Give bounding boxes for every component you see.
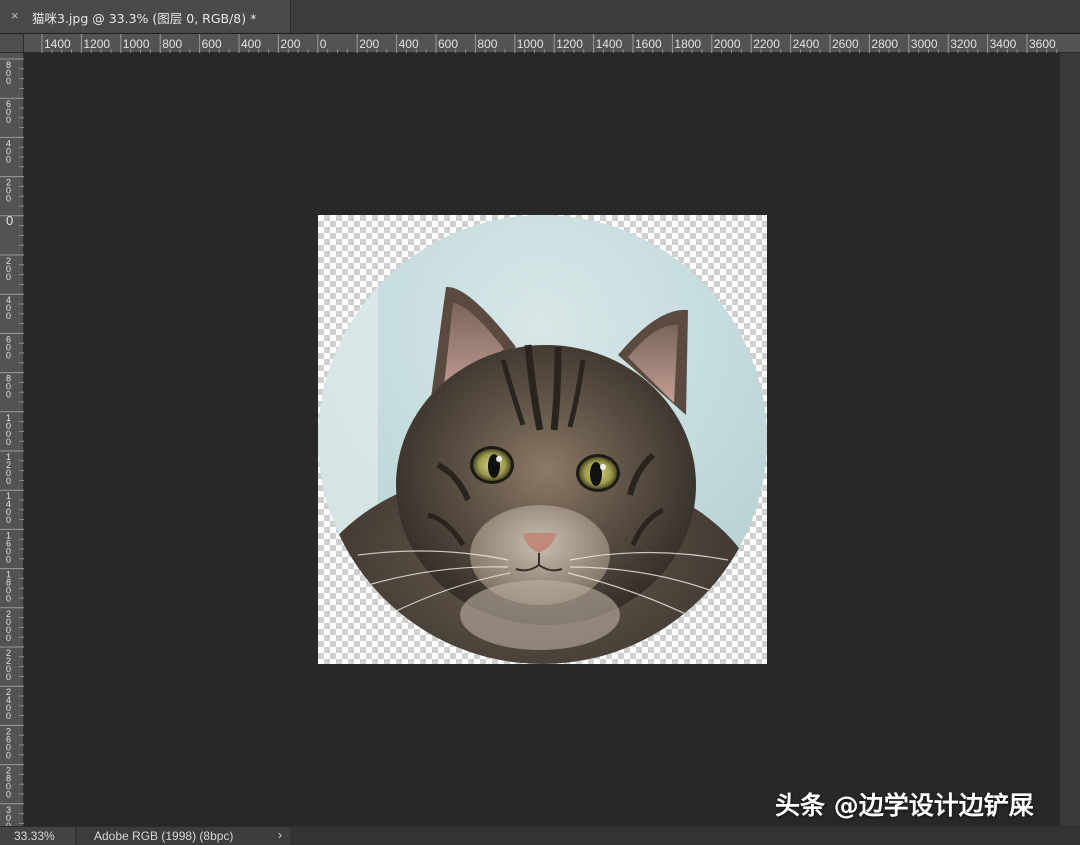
vruler-tick-label: 2600 bbox=[6, 726, 11, 760]
hruler-tick-label: 1400 bbox=[596, 37, 623, 51]
vruler-tick-label: 1400 bbox=[6, 491, 11, 525]
vruler-tick-label: 1200 bbox=[6, 452, 11, 486]
hruler-tick-label: 1200 bbox=[556, 37, 583, 51]
ruler-origin-corner[interactable] bbox=[0, 34, 24, 53]
hruler-tick-label: 200 bbox=[280, 37, 300, 51]
vruler-tick-label: 2200 bbox=[6, 648, 11, 682]
vertical-ruler-scale: 8 0 06 0 04 0 02 0 002 0 04 0 06 0 08 0 01 0 0 01 2 0 01 4 0 01 6 0… bbox=[0, 58, 24, 826]
hruler-tick-label: 3400 bbox=[990, 37, 1017, 51]
hruler-tick-label: 0 bbox=[320, 37, 327, 51]
canvas-area[interactable] bbox=[24, 53, 1060, 826]
status-bar: 33.33% Adobe RGB (1998) (8bpc) › bbox=[0, 826, 1080, 845]
vruler-tick-label: 800 bbox=[6, 60, 11, 86]
hruler-tick-label: 1200 bbox=[83, 37, 110, 51]
hruler-tick-label: 800 bbox=[477, 37, 497, 51]
vruler-tick-label: 1000 bbox=[6, 413, 11, 447]
hruler-tick-label: 600 bbox=[202, 37, 222, 51]
zoom-level-field[interactable]: 33.33% bbox=[0, 827, 76, 845]
vruler-tick-label: 800 bbox=[6, 374, 11, 400]
hruler-tick-label: 1400 bbox=[44, 37, 71, 51]
vruler-tick-label: 2800 bbox=[6, 766, 11, 800]
vruler-tick-label: 400 bbox=[6, 138, 11, 164]
vruler-tick-label: 2000 bbox=[6, 609, 11, 643]
hruler-tick-label: 3600 bbox=[1029, 37, 1056, 51]
vruler-tick-label: 1800 bbox=[6, 570, 11, 604]
cat-photo bbox=[318, 215, 767, 664]
status-bar-spacer bbox=[290, 827, 1080, 845]
hruler-tick-label: 1000 bbox=[123, 37, 150, 51]
hruler-tick-label: 200 bbox=[359, 37, 379, 51]
photoshop-window: × 猫咪3.jpg @ 33.3% (图层 0, RGB/8) * 1400 12… bbox=[0, 0, 1080, 845]
vruler-tick-label: 600 bbox=[6, 334, 11, 360]
vertical-ruler[interactable]: 8006004002000200400600800100012001400160… bbox=[0, 53, 24, 826]
hruler-tick-label: 600 bbox=[438, 37, 458, 51]
document-tab-bar: × 猫咪3.jpg @ 33.3% (图层 0, RGB/8) * bbox=[0, 0, 1080, 34]
vruler-tick-label: 200 bbox=[6, 178, 11, 204]
hruler-tick-label: 800 bbox=[162, 37, 182, 51]
document-info: Adobe RGB (1998) (8bpc) bbox=[94, 829, 234, 843]
hruler-tick-label: 1600 bbox=[635, 37, 662, 51]
vruler-tick-label: 600 bbox=[6, 99, 11, 125]
hruler-tick-label: 2000 bbox=[714, 37, 741, 51]
vruler-tick-label: 3000 bbox=[6, 805, 11, 826]
hruler-tick-label: 3000 bbox=[911, 37, 938, 51]
horizontal-ruler[interactable]: 1400 1200 1000 800 600 400 200 0 200 400 600 800 100… bbox=[24, 34, 1080, 53]
hruler-tick-label: 2400 bbox=[793, 37, 820, 51]
hruler-tick-label: 1800 bbox=[674, 37, 701, 51]
document-tab-title: 猫咪3.jpg @ 33.3% (图层 0, RGB/8) * bbox=[32, 11, 257, 26]
cat-photo-circle-mask bbox=[318, 215, 767, 664]
vruler-tick-label: 2400 bbox=[6, 687, 11, 721]
close-tab-icon[interactable]: × bbox=[11, 8, 19, 23]
hruler-tick-label: 1000 bbox=[517, 37, 544, 51]
document-canvas[interactable] bbox=[318, 215, 767, 664]
hruler-tick-label: 400 bbox=[399, 37, 419, 51]
hruler-tick-label: 2600 bbox=[832, 37, 859, 51]
vertical-scroll-area[interactable] bbox=[1060, 53, 1080, 826]
vruler-tick-label: 400 bbox=[6, 295, 11, 321]
vruler-tick-label: 200 bbox=[6, 256, 11, 282]
status-menu-arrow-icon[interactable]: › bbox=[278, 828, 282, 842]
vruler-tick-label: 0 bbox=[6, 213, 13, 228]
document-tab[interactable]: × 猫咪3.jpg @ 33.3% (图层 0, RGB/8) * bbox=[0, 0, 291, 33]
hruler-tick-label: 3200 bbox=[950, 37, 977, 51]
hruler-tick-label: 2200 bbox=[753, 37, 780, 51]
watermark-text: 头条 @边学设计边铲屎 bbox=[775, 791, 1034, 820]
vruler-tick-label: 1600 bbox=[6, 530, 11, 564]
horizontal-ruler-scale: 1400 1200 1000 800 600 400 200 0 200 400 600 800 100… bbox=[41, 34, 1058, 53]
hruler-tick-label: 2800 bbox=[871, 37, 898, 51]
hruler-tick-label: 400 bbox=[241, 37, 261, 51]
